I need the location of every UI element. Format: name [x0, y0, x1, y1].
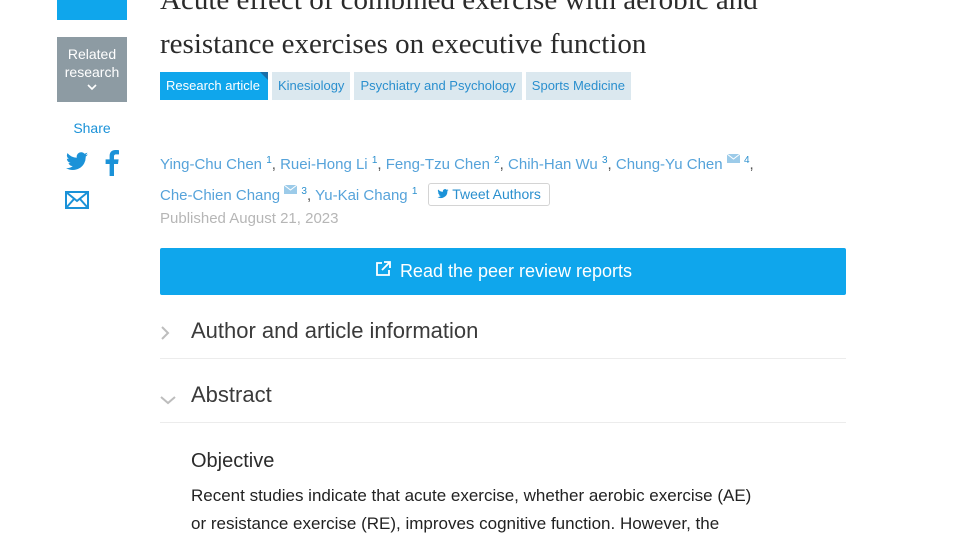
tag-sports-medicine[interactable]: Sports Medicine [525, 72, 632, 100]
author-link[interactable]: Ruei-Hong Li [280, 156, 368, 173]
author-link[interactable]: Chih-Han Wu [508, 156, 598, 173]
author-link[interactable]: Ying-Chu Chen [160, 156, 262, 173]
author-list: Ying-Chu Chen 1, Ruei-Hong Li 1, Feng-Tz… [160, 146, 850, 208]
chevron-down-icon [57, 82, 127, 94]
abstract-line: or resistance exercise (RE), improves co… [191, 514, 720, 533]
author-link[interactable]: Che-Chien Chang [160, 187, 280, 204]
sidebar-top-button[interactable] [57, 0, 127, 20]
share-label: Share [73, 120, 111, 136]
read-peer-review-button[interactable]: Read the peer review reports [160, 248, 846, 295]
related-research-button[interactable]: Related research [57, 37, 127, 102]
tweet-authors-label: Tweet Authors [452, 186, 541, 202]
external-link-icon [374, 260, 392, 283]
tag-research-article[interactable]: Research article [160, 72, 268, 100]
twitter-icon [437, 186, 449, 202]
abstract-heading: Abstract [191, 382, 272, 407]
facebook-icon[interactable] [105, 150, 119, 181]
author-link[interactable]: Feng-Tzu Chen [386, 156, 490, 173]
twitter-icon[interactable] [65, 152, 89, 177]
peer-review-label: Read the peer review reports [399, 261, 633, 281]
abstract-section[interactable]: Abstract [160, 382, 846, 423]
mail-icon[interactable] [726, 146, 741, 163]
article-title: Acute effect of combined exercise with a… [160, 0, 758, 60]
email-icon[interactable] [65, 191, 89, 214]
tag-psychiatry-psychology[interactable]: Psychiatry and Psychology [354, 72, 522, 100]
author-info-heading: Author and article information [191, 318, 479, 343]
author-link[interactable]: Chung-Yu Chen [616, 156, 723, 173]
subject-tags: Research article Kinesiology Psychiatry … [160, 72, 632, 100]
published-date: Published August 21, 2023 [160, 210, 339, 227]
abstract-text: Recent studies indicate that acute exerc… [191, 482, 831, 538]
mail-icon[interactable] [283, 177, 298, 194]
affiliation-number[interactable]: 1 [412, 186, 418, 197]
related-research-label: Related research [64, 46, 120, 80]
chevron-down-icon [160, 392, 176, 410]
tag-kinesiology[interactable]: Kinesiology [271, 72, 351, 100]
objective-heading: Objective [191, 450, 275, 472]
abstract-line: Recent studies indicate that acute exerc… [191, 486, 752, 505]
author-link[interactable]: Yu-Kai Chang [315, 187, 408, 204]
tweet-authors-button[interactable]: Tweet Authors [427, 183, 550, 206]
chevron-right-icon [160, 326, 170, 345]
author-info-section[interactable]: Author and article information [160, 318, 846, 359]
